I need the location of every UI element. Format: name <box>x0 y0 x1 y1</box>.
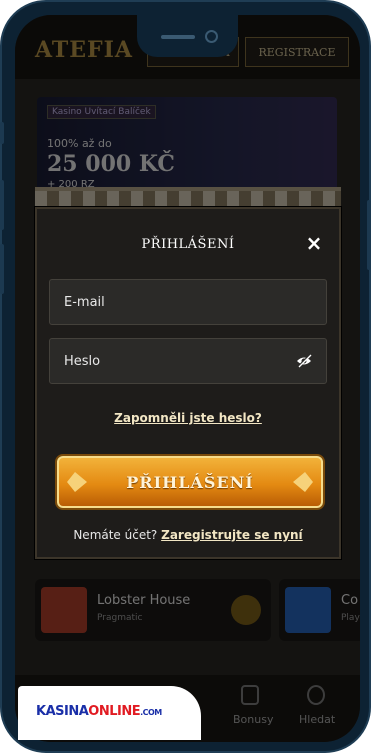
forgot-password-link[interactable]: Zapomněli jste heslo? <box>37 411 339 425</box>
eye-off-icon[interactable] <box>296 354 312 368</box>
game-provider: Play <box>341 613 360 623</box>
phone-volume-down <box>0 244 4 294</box>
nav-bonus[interactable]: Bonusy <box>233 713 273 726</box>
phone-screen: ATEFIA PŘIHLÁŠENÍ REGISTRACE Kasino Uvít… <box>15 15 360 742</box>
game-card[interactable]: Lobster House Pragmatic <box>35 579 271 641</box>
login-submit-button[interactable]: PŘIHLÁŠENÍ <box>57 456 323 508</box>
ornament-right-icon <box>293 472 313 492</box>
watermark-logo: KASINAONLINE.COM <box>18 686 201 740</box>
banner-amount: 25 000 KČ <box>47 151 175 177</box>
register-link[interactable]: Zaregistrujte se nyní <box>161 528 303 542</box>
phone-frame: ATEFIA PŘIHLÁŠENÍ REGISTRACE Kasino Uvít… <box>0 0 371 753</box>
phone-volume-up <box>0 180 4 230</box>
email-field[interactable]: E-mail <box>49 279 327 325</box>
game-name: Co <box>341 593 359 608</box>
header-register-button[interactable]: REGISTRACE <box>245 37 349 67</box>
play-icon[interactable] <box>231 595 261 625</box>
watermark-brand: KASINA <box>36 704 89 719</box>
login-submit-label: PŘIHLÁŠENÍ <box>126 472 254 492</box>
site-logo[interactable]: ATEFIA <box>35 37 133 63</box>
password-field[interactable]: Heslo <box>49 338 327 384</box>
game-thumbnail <box>41 587 87 633</box>
watermark-text: KASINAONLINE.COM <box>36 704 162 719</box>
awning-decoration <box>35 187 341 209</box>
email-placeholder: E-mail <box>64 294 105 310</box>
banner-tag: Kasino Uvítací Balíček <box>47 105 156 119</box>
phone-side-button <box>0 122 4 144</box>
watermark-tld: .COM <box>140 708 162 717</box>
game-card[interactable]: Co Play <box>279 579 360 641</box>
camera-icon <box>205 30 218 43</box>
nav-search[interactable]: Hledat <box>299 713 335 726</box>
game-provider: Pragmatic <box>97 613 143 623</box>
watermark-brand2: ONLINE <box>88 704 141 719</box>
search-icon <box>307 685 325 705</box>
ornament-left-icon <box>67 472 87 492</box>
password-placeholder: Heslo <box>64 353 101 369</box>
promo-banner[interactable]: Kasino Uvítací Balíček 100% až do 25 000… <box>37 97 337 197</box>
gift-icon <box>241 685 259 705</box>
modal-title: PŘIHLÁŠENÍ <box>141 237 235 252</box>
no-account-text: Nemáte účet? <box>73 528 158 542</box>
register-prompt: Nemáte účet? Zaregistrujte se nyní <box>37 528 339 542</box>
game-thumbnail <box>285 587 331 633</box>
game-name: Lobster House <box>97 593 191 608</box>
close-icon[interactable]: × <box>303 231 325 255</box>
speaker <box>161 35 195 39</box>
phone-notch <box>137 15 238 57</box>
login-modal: PŘIHLÁŠENÍ × E-mail Heslo Zapomněli jste… <box>35 207 341 559</box>
banner-line1: 100% až do <box>47 137 112 150</box>
phone-power-button <box>367 200 371 270</box>
